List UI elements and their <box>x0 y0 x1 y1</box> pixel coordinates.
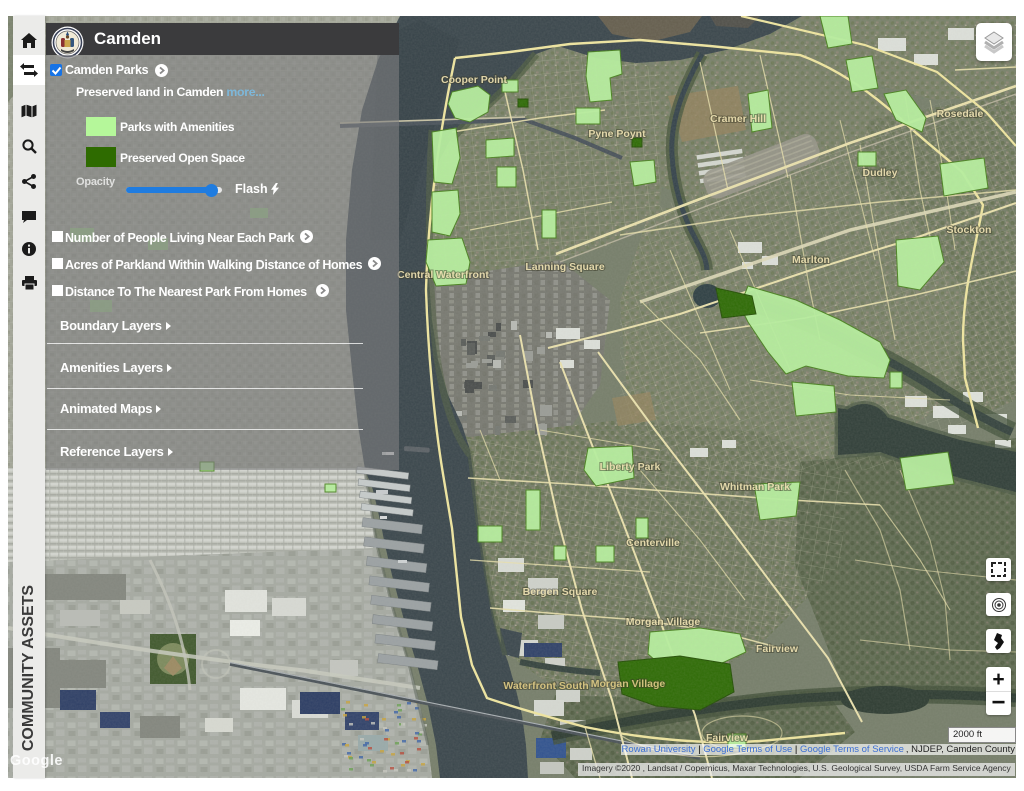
svg-text:Central Waterfront: Central Waterfront <box>397 269 489 281</box>
svg-text:Bergen Square: Bergen Square <box>523 586 598 598</box>
svg-text:Morgan Village: Morgan Village <box>626 616 701 628</box>
svg-text:Cramer Hill: Cramer Hill <box>710 113 766 125</box>
svg-text:Cooper Point: Cooper Point <box>441 74 507 86</box>
svg-text:Whitman Park: Whitman Park <box>720 481 790 493</box>
svg-text:Morgan Village: Morgan Village <box>591 678 666 690</box>
svg-text:Waterfront South: Waterfront South <box>503 680 588 692</box>
svg-text:Fairview: Fairview <box>706 732 749 744</box>
svg-text:Marlton: Marlton <box>792 254 830 266</box>
svg-text:Rosedale: Rosedale <box>937 108 984 120</box>
svg-text:Fairview: Fairview <box>756 643 799 655</box>
svg-text:Lanning Square: Lanning Square <box>525 261 605 273</box>
svg-text:Dudley: Dudley <box>862 167 897 179</box>
svg-text:Pyne Poynt: Pyne Poynt <box>588 128 646 140</box>
svg-text:Stockton: Stockton <box>947 224 992 236</box>
svg-text:Centerville: Centerville <box>626 537 680 549</box>
svg-text:Liberty Park: Liberty Park <box>600 461 661 473</box>
